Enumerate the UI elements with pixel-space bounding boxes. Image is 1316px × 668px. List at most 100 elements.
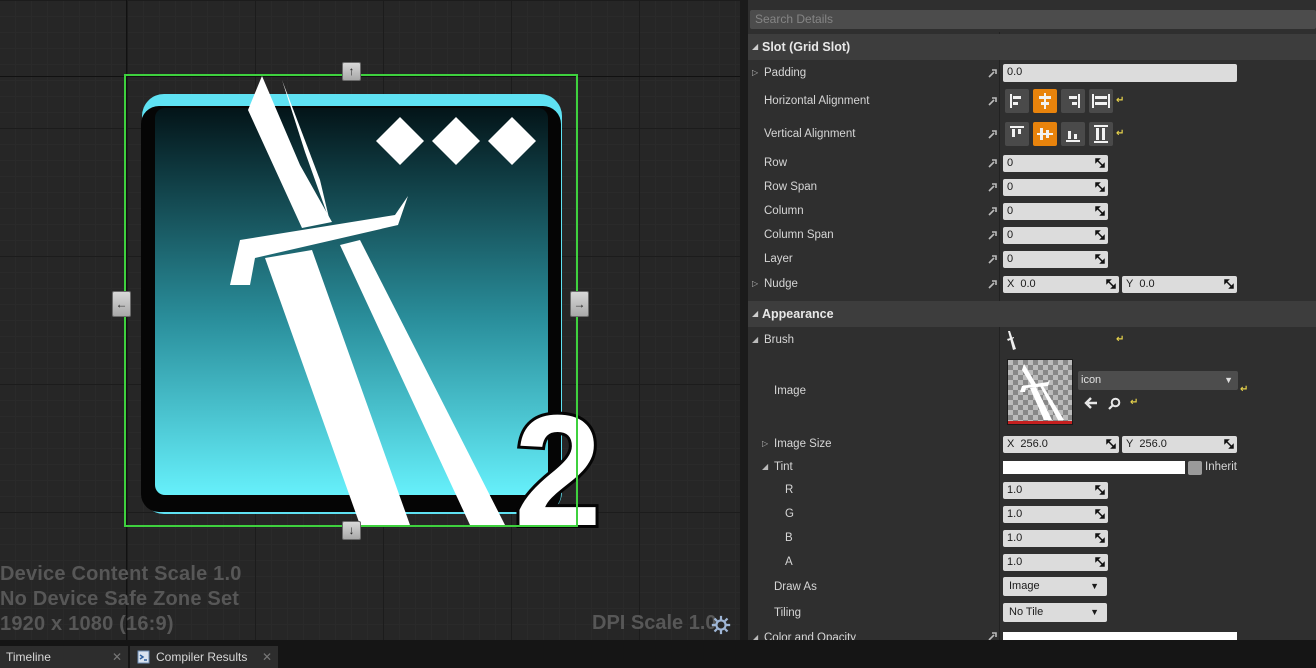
size-y-prefix: Y	[1126, 438, 1134, 450]
h-align-right-button[interactable]	[1061, 89, 1085, 113]
draw-as-dropdown[interactable]: Image ▼	[1003, 577, 1107, 596]
reset-to-default-icon[interactable]	[987, 128, 999, 140]
tint-b-field[interactable]: 1.0	[1003, 530, 1108, 547]
expand-arrow-icon[interactable]: ▷	[762, 439, 768, 448]
reset-arrow-icon[interactable]: ↵	[1116, 128, 1124, 139]
reset-to-default-icon[interactable]	[987, 205, 999, 217]
g-value: 1.0	[1007, 508, 1023, 520]
brush-label: Brush	[764, 334, 795, 346]
reset-to-default-icon[interactable]	[987, 67, 999, 79]
drag-arrows-icon	[1095, 485, 1105, 495]
color-opacity-swatch[interactable]	[1003, 632, 1237, 640]
panel-splitter[interactable]	[740, 0, 748, 640]
category-slot[interactable]: ◢ Slot (Grid Slot)	[748, 34, 1316, 60]
tab-compiler-results-label: Compiler Results	[156, 650, 248, 664]
size-x-value: 256.0	[1020, 438, 1048, 450]
b-label: B	[785, 532, 793, 544]
thumbnail-red-bar	[1008, 421, 1072, 424]
reset-arrow-icon[interactable]: ↵	[1116, 334, 1124, 345]
reset-to-default-icon[interactable]	[987, 95, 999, 107]
tiling-dropdown[interactable]: No Tile ▼	[1003, 603, 1107, 622]
tint-r-field[interactable]: 1.0	[1003, 482, 1108, 499]
collapse-triangle-icon[interactable]: ◢	[762, 462, 768, 471]
inherit-label: Inherit	[1205, 461, 1237, 473]
image-asset-dropdown[interactable]: icon ▼	[1078, 371, 1238, 390]
column-span-field[interactable]: 0	[1003, 227, 1108, 244]
layer-field[interactable]: 0	[1003, 251, 1108, 268]
row-span-field[interactable]: 0	[1003, 179, 1108, 196]
inherit-checkbox[interactable]	[1188, 461, 1202, 475]
drag-arrows-icon	[1095, 533, 1105, 543]
close-icon[interactable]: ✕	[112, 646, 122, 668]
designer-viewport[interactable]: 2 ↑ ↓ ← → Device Content Scale 1.0 No De…	[0, 0, 740, 640]
nudge-y-prefix: Y	[1126, 278, 1134, 290]
reset-to-default-icon[interactable]	[987, 181, 999, 193]
browse-search-icon[interactable]	[1108, 397, 1121, 410]
reset-to-default-icon[interactable]	[987, 157, 999, 169]
reset-arrow-icon[interactable]: ↵	[1130, 397, 1138, 408]
drag-arrows-icon	[1095, 182, 1105, 192]
tab-compiler-results[interactable]: Compiler Results ✕	[130, 646, 278, 668]
tint-a-field[interactable]: 1.0	[1003, 554, 1108, 571]
row-field[interactable]: 0	[1003, 155, 1108, 172]
draw-as-label: Draw As	[774, 581, 817, 593]
column-field[interactable]: 0	[1003, 203, 1108, 220]
nudge-y-field[interactable]: Y 0.0	[1122, 276, 1237, 293]
padding-field[interactable]: 0.0	[1003, 64, 1237, 82]
drag-arrows-icon	[1224, 439, 1234, 449]
h-align-fill-button[interactable]	[1089, 89, 1113, 113]
collapse-triangle-icon[interactable]: ◢	[752, 335, 758, 344]
column-splitter[interactable]	[999, 32, 1000, 640]
tint-g-field[interactable]: 1.0	[1003, 506, 1108, 523]
close-icon[interactable]: ✕	[262, 646, 272, 668]
v-align-center-button[interactable]	[1033, 122, 1057, 146]
expand-arrow-icon[interactable]: ▷	[752, 68, 758, 77]
anchor-left-handle[interactable]: ←	[112, 291, 131, 317]
reset-to-default-icon[interactable]	[987, 253, 999, 265]
nudge-x-prefix: X	[1007, 278, 1015, 290]
a-value: 1.0	[1007, 556, 1023, 568]
image-thumbnail[interactable]	[1007, 359, 1073, 425]
tab-timeline[interactable]: Timeline ✕	[0, 646, 128, 668]
chevron-down-icon: ▼	[1224, 375, 1233, 385]
gear-icon[interactable]	[710, 614, 732, 636]
device-content-scale-text: Device Content Scale 1.0	[0, 563, 242, 585]
image-label: Image	[774, 385, 806, 397]
image-size-x-field[interactable]: X 256.0	[1003, 436, 1119, 453]
v-align-top-button[interactable]	[1005, 122, 1029, 146]
nudge-x-field[interactable]: X 0.0	[1003, 276, 1119, 293]
use-selected-arrow-icon[interactable]	[1084, 397, 1098, 409]
h-align-center-button[interactable]	[1033, 89, 1057, 113]
search-details-input[interactable]: Search Details	[750, 10, 1316, 29]
selection-box[interactable]	[124, 74, 578, 527]
reset-to-default-icon[interactable]	[987, 229, 999, 241]
anchor-down-handle[interactable]: ↓	[342, 521, 361, 540]
anchor-right-handle[interactable]: →	[570, 291, 589, 317]
row-label: Row	[764, 157, 788, 169]
reset-arrow-icon[interactable]: ↵	[1116, 95, 1124, 106]
column-label: Column	[764, 205, 804, 217]
image-size-y-field[interactable]: Y 256.0	[1122, 436, 1237, 453]
tab-timeline-label: Timeline	[6, 650, 51, 664]
layer-value: 0	[1007, 253, 1014, 265]
reset-arrow-icon[interactable]: ↵	[1240, 384, 1248, 395]
drag-arrows-icon	[1095, 254, 1105, 264]
drag-arrows-icon	[1224, 279, 1234, 289]
size-y-value: 256.0	[1139, 438, 1167, 450]
reset-to-default-icon[interactable]	[987, 278, 999, 290]
r-label: R	[785, 484, 794, 496]
bottom-tab-bar: Timeline ✕ Compiler Results ✕	[0, 640, 1316, 668]
category-appearance-title: Appearance	[762, 307, 834, 321]
drag-arrows-icon	[1106, 279, 1116, 289]
tiling-label: Tiling	[774, 607, 802, 619]
v-align-fill-button[interactable]	[1089, 122, 1113, 146]
resolution-text: 1920 x 1080 (16:9)	[0, 613, 174, 635]
v-align-bottom-button[interactable]	[1061, 122, 1085, 146]
drag-arrows-icon	[1106, 439, 1116, 449]
tint-color-swatch[interactable]	[1003, 461, 1185, 474]
expand-arrow-icon[interactable]: ▷	[752, 279, 758, 288]
category-appearance[interactable]: ◢ Appearance	[748, 301, 1316, 327]
reset-to-default-icon[interactable]	[987, 632, 999, 640]
anchor-up-handle[interactable]: ↑	[342, 62, 361, 81]
h-align-left-button[interactable]	[1005, 89, 1029, 113]
